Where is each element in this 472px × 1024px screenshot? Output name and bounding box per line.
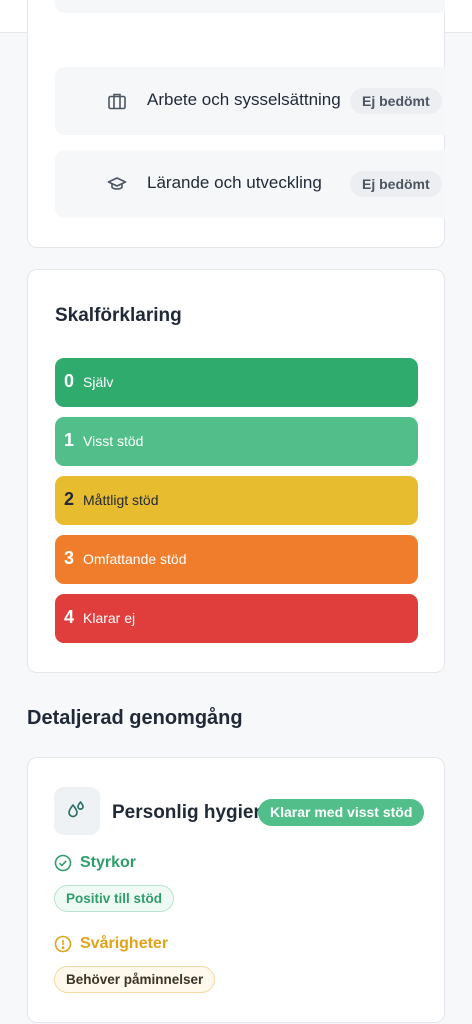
life-areas-card: Arbete och sysselsättning Ej bedömt Lära… [27,0,445,248]
scale-number: 4 [64,607,75,627]
scale-number: 1 [64,430,75,450]
scale-title: Skalförklaring [55,305,182,326]
alert-circle-icon [54,935,72,953]
scale-level-2: 2 Måttligt stöd [55,476,418,525]
area-label: Lärande och utveckling [147,173,322,192]
difficulty-tag: Behöver påminnelser [54,966,216,993]
area-row[interactable] [55,0,445,13]
detail-card-personal-hygiene[interactable]: Personlig hygien Klarar med visst stöd S… [27,757,445,1023]
strength-tag: Positiv till stöd [54,885,175,912]
scale-label: Omfattande stöd [83,551,187,567]
area-row-work[interactable]: Arbete och sysselsättning Ej bedömt [55,67,445,135]
status-badge: Ej bedömt [350,171,442,197]
difficulties-heading: Svårigheter [54,935,254,955]
status-badge: Ej bedömt [350,88,442,114]
check-circle-icon [54,854,72,872]
scale-label: Måttligt stöd [83,492,159,508]
status-badge: Klarar med visst stöd [258,799,425,826]
scale-legend-card: Skalförklaring 0 Själv 1 Visst stöd 2 Må… [27,269,445,673]
scale-number: 2 [64,489,75,509]
section-title: Detaljerad genomgång [27,707,243,729]
difficulties-title: Svårigheter [80,935,169,952]
area-label: Arbete och sysselsättning [147,90,341,109]
water-drops-icon [54,787,100,835]
scale-number: 3 [64,548,75,568]
scale-level-4: 4 Klarar ej [55,594,418,643]
graduation-cap-icon [107,174,127,194]
strengths-heading: Styrkor [54,854,254,874]
scale-level-3: 3 Omfattande stöd [55,535,418,584]
scale-label: Klarar ej [83,610,136,626]
detail-title: Personlig hygien [112,802,266,823]
area-row-learning[interactable]: Lärande och utveckling Ej bedömt [55,150,445,218]
scale-label: Själv [83,374,114,390]
scale-number: 0 [64,371,75,391]
scale-label: Visst stöd [83,433,144,449]
scale-level-0: 0 Själv [55,358,418,407]
briefcase-icon [107,91,127,111]
strengths-title: Styrkor [80,854,137,871]
scale-level-1: 1 Visst stöd [55,417,418,466]
